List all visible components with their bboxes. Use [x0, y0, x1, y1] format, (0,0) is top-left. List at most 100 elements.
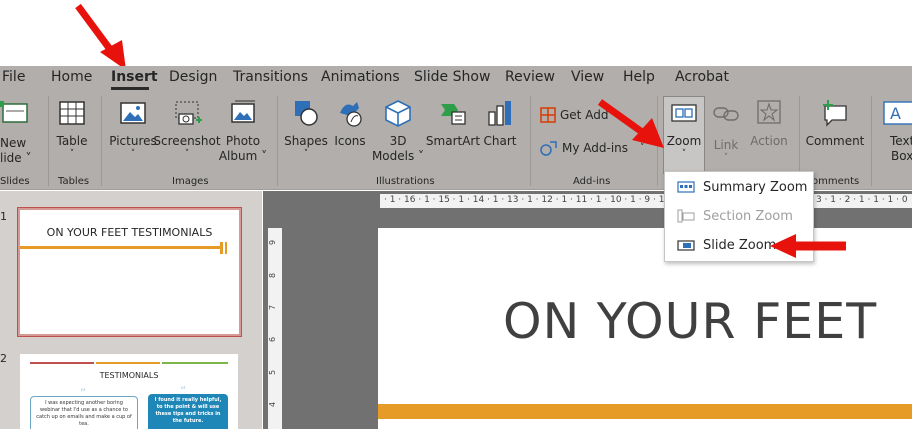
- section-zoom-item[interactable]: Section Zoom: [665, 202, 813, 230]
- slide-zoom-icon: [677, 240, 695, 251]
- action-label: Action: [750, 134, 788, 148]
- table-icon: [59, 101, 85, 125]
- comment-icon: [823, 100, 847, 127]
- tab-home[interactable]: Home: [51, 69, 92, 85]
- shapes-icon: [295, 101, 318, 126]
- chevron-down-icon: ˅: [184, 149, 190, 159]
- thumbnail-2-quote-right: I found it really helpful, to the point …: [148, 394, 228, 429]
- icons-button[interactable]: Icons: [332, 98, 368, 149]
- tab-insert[interactable]: Insert: [111, 69, 158, 85]
- summary-zoom-label: Summary Zoom: [703, 179, 808, 195]
- tab-animations[interactable]: Animations: [321, 69, 400, 85]
- annotation-arrow-zoom: [597, 99, 664, 148]
- photo-album-label-1: Photo: [225, 134, 261, 148]
- chart-icon: [488, 101, 511, 126]
- slide-thumbnail-1[interactable]: ON YOUR FEET TESTIMONIALS: [17, 207, 242, 337]
- icons-icon: [340, 102, 362, 127]
- zoom-icon: [671, 104, 697, 122]
- chevron-down-icon: ˅: [69, 149, 75, 159]
- tab-slide-show[interactable]: Slide Show: [414, 69, 490, 85]
- link-label: Link: [713, 138, 739, 152]
- section-zoom-label: Section Zoom: [703, 208, 793, 224]
- new-slide-button[interactable]: New lide ˅: [0, 98, 32, 166]
- new-slide-label-2-text: lide: [0, 151, 22, 165]
- 3d-models-label-2-text: Models: [371, 149, 415, 163]
- vertical-ruler: 9 8 7 6 5 4: [268, 228, 282, 429]
- thumbnail-1-accent-cap: [220, 242, 223, 254]
- vertical-ruler-number: 6: [268, 336, 278, 343]
- separator: [101, 96, 102, 186]
- table-label: Table: [56, 134, 88, 148]
- separator: [48, 96, 49, 186]
- zoom-button[interactable]: Zoom ˅: [663, 98, 705, 159]
- action-button[interactable]: Action: [748, 98, 790, 149]
- group-label-illustrations: Illustrations: [376, 176, 435, 187]
- comment-button[interactable]: Comment: [805, 98, 865, 149]
- chevron-down-icon: ˅: [723, 153, 729, 163]
- thumbnail-1-accent-bar: [20, 246, 220, 249]
- vertical-ruler-number: 5: [268, 369, 278, 376]
- smartart-icon: [441, 104, 466, 125]
- addins-icon: [540, 141, 557, 156]
- screenshot-icon: [175, 101, 202, 125]
- photo-album-icon: [231, 100, 255, 123]
- screenshot-button[interactable]: Screenshot ˅: [153, 98, 221, 159]
- vertical-ruler-number: 4: [268, 401, 278, 408]
- smartart-button[interactable]: SmartArt: [426, 98, 480, 149]
- smartart-label: SmartArt: [425, 134, 481, 148]
- slide-thumbnail-2[interactable]: TESTIMONIALS “ “ I was expecting another…: [20, 354, 238, 429]
- text-box-button[interactable]: A Text Box: [878, 98, 912, 164]
- separator: [277, 96, 278, 186]
- new-slide-label-2: lide ˅: [0, 151, 32, 165]
- group-label-slides: Slides: [0, 176, 30, 187]
- group-label-comments: omments: [812, 176, 860, 187]
- horizontal-ruler-ticks-right: 3 · 1 · 2 · 1 · 1 · 1 · 0: [816, 195, 908, 205]
- summary-zoom-item[interactable]: Summary Zoom: [665, 173, 813, 201]
- tab-review[interactable]: Review: [505, 69, 555, 85]
- svg-text:A: A: [890, 104, 901, 123]
- pictures-icon: [120, 102, 146, 124]
- 3d-models-label-2: Models ˅: [371, 149, 425, 163]
- vertical-ruler-number: 8: [268, 272, 278, 279]
- vertical-ruler-number: 7: [268, 304, 278, 311]
- photo-album-label-2: Album ˅: [218, 149, 268, 163]
- tab-acrobat[interactable]: Acrobat: [675, 69, 729, 85]
- summary-zoom-icon: [677, 181, 695, 193]
- thumbnail-2-line-red: [30, 362, 94, 364]
- tab-view[interactable]: View: [571, 69, 604, 85]
- chevron-down-icon: ˅: [303, 149, 309, 159]
- slide-zoom-label: Slide Zoom: [703, 237, 777, 253]
- group-label-tables: Tables: [58, 176, 90, 187]
- link-button[interactable]: Link ˅: [708, 98, 744, 163]
- table-button[interactable]: Table ˅: [54, 98, 90, 159]
- chart-button[interactable]: Chart: [483, 98, 517, 149]
- section-zoom-icon: [677, 209, 695, 223]
- vertical-ruler-number: 9: [268, 239, 278, 246]
- thumbnail-2-line-green: [162, 362, 228, 364]
- slide-accent-bar: [378, 404, 912, 419]
- text-box-label-1: Text: [890, 134, 912, 148]
- text-box-icon: A: [883, 101, 912, 125]
- shapes-button[interactable]: Shapes ˅: [284, 98, 328, 159]
- separator: [530, 96, 531, 186]
- tab-design[interactable]: Design: [169, 69, 217, 85]
- pictures-button[interactable]: Pictures ˅: [109, 98, 157, 159]
- separator: [871, 96, 872, 186]
- photo-album-button[interactable]: Photo Album ˅: [218, 98, 268, 164]
- thumbnail-1-title: ON YOUR FEET TESTIMONIALS: [46, 226, 213, 239]
- annotation-arrow-insert: [75, 3, 126, 70]
- group-label-images: Images: [172, 176, 209, 187]
- screenshot-label: Screenshot: [153, 134, 221, 148]
- chevron-down-icon: ˅: [130, 149, 136, 159]
- 3d-models-label-1: 3D: [389, 134, 407, 148]
- slide-number-2: 2: [0, 352, 7, 365]
- tab-transitions[interactable]: Transitions: [233, 69, 308, 85]
- horizontal-ruler: · 1 · 16 · 1 · 15 · 1 · 14 · 1 · 13 · 1 …: [380, 194, 912, 208]
- tab-help[interactable]: Help: [623, 69, 655, 85]
- comment-label: Comment: [805, 134, 865, 148]
- photo-album-label-2-text: Album: [218, 149, 258, 163]
- thumbnail-2-title: TESTIMONIALS: [99, 371, 159, 380]
- 3d-models-button[interactable]: 3D Models ˅: [370, 98, 426, 164]
- tab-file[interactable]: File: [2, 69, 25, 85]
- slide-title[interactable]: ON YOUR FEET: [503, 293, 877, 350]
